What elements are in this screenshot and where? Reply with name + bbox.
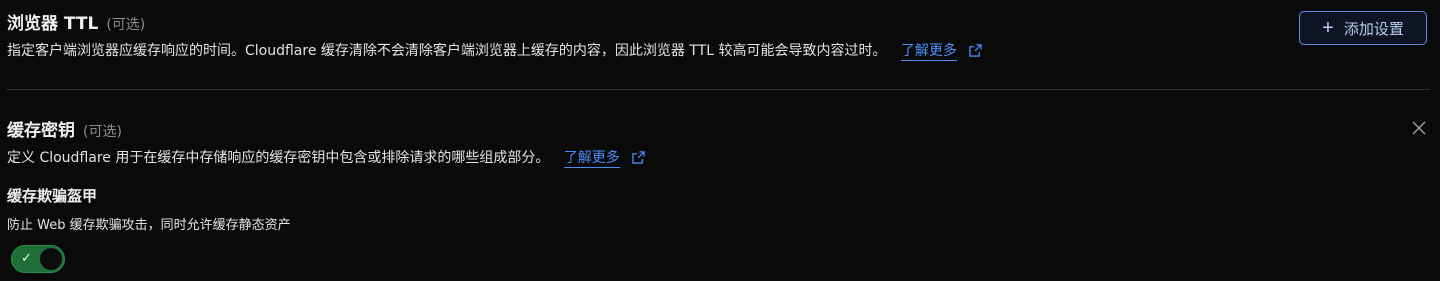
cache-key-description-row: 定义 Cloudflare 用于在缓存中存储响应的缓存密钥中包含或排除请求的哪些… bbox=[7, 147, 645, 168]
browser-ttl-description-row: 指定客户端浏览器应缓存响应的时间。Cloudflare 缓存清除不会清除客户端浏… bbox=[7, 40, 983, 61]
check-icon: ✓ bbox=[21, 251, 32, 266]
add-setting-button[interactable]: + 添加设置 bbox=[1299, 11, 1427, 45]
cache-key-description: 定义 Cloudflare 用于在缓存中存储响应的缓存密钥中包含或排除请求的哪些… bbox=[7, 150, 550, 166]
cache-key-learn-more-link[interactable]: 了解更多 bbox=[563, 150, 620, 168]
cache-deception-armor-description: 防止 Web 缓存欺骗攻击，同时允许缓存静态资产 bbox=[7, 218, 291, 233]
cache-deception-armor-title: 缓存欺骗盔甲 bbox=[7, 187, 98, 205]
add-setting-label: 添加设置 bbox=[1343, 20, 1404, 38]
external-link-icon[interactable] bbox=[632, 151, 645, 164]
cache-key-heading: 缓存密钥 (可选) bbox=[7, 116, 122, 141]
cache-key-title: 缓存密钥 bbox=[7, 121, 75, 141]
browser-ttl-learn-more-link[interactable]: 了解更多 bbox=[900, 43, 957, 61]
section-divider bbox=[6, 89, 1430, 90]
plus-icon: + bbox=[1322, 17, 1334, 39]
browser-ttl-description: 指定客户端浏览器应缓存响应的时间。Cloudflare 缓存清除不会清除客户端浏… bbox=[7, 43, 887, 59]
browser-ttl-heading: 浏览器 TTL (可选) bbox=[7, 9, 145, 34]
browser-ttl-title: 浏览器 TTL bbox=[7, 14, 99, 34]
external-link-icon[interactable] bbox=[969, 44, 983, 57]
toggle-knob bbox=[40, 248, 62, 270]
browser-ttl-optional: (可选) bbox=[106, 17, 146, 33]
cache-key-optional: (可选) bbox=[83, 124, 122, 140]
close-icon[interactable] bbox=[1410, 119, 1428, 137]
cache-deception-armor-toggle[interactable]: ✓ bbox=[11, 245, 65, 273]
